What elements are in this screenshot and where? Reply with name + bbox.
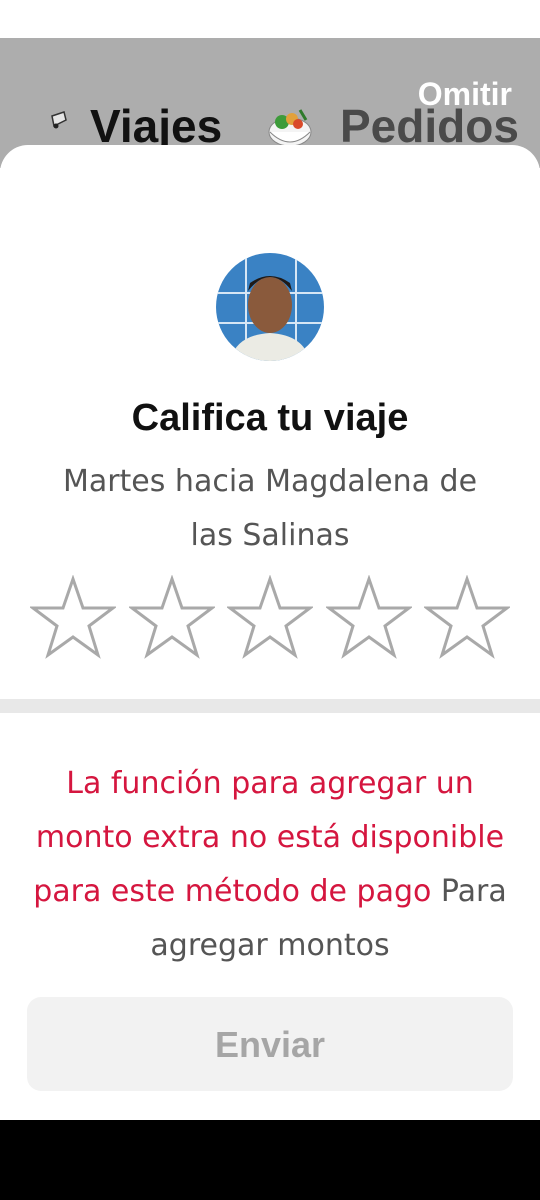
food-bowl-icon (268, 109, 312, 147)
section-divider (0, 699, 540, 713)
star-rating (30, 575, 510, 659)
star-1[interactable] (30, 575, 116, 659)
star-2[interactable] (128, 575, 215, 659)
system-nav-bar (0, 1120, 540, 1200)
star-5[interactable] (424, 575, 510, 659)
submit-button[interactable]: Enviar (27, 997, 513, 1091)
tip-unavailable-notice: La función para agregar un monto extra n… (28, 757, 512, 973)
status-bar (0, 0, 540, 38)
rating-sheet: Califica tu viaje Martes hacia Magdalena… (0, 145, 540, 1120)
trip-description: Martes hacia Magdalena de las Salinas (62, 464, 478, 553)
tip-error-text: La función para agregar un monto extra n… (33, 766, 505, 909)
driver-avatar (216, 253, 324, 361)
rating-title: Califica tu viaje (131, 397, 409, 439)
star-4[interactable] (325, 575, 412, 659)
star-3[interactable] (227, 575, 313, 659)
skip-button[interactable]: Omitir (418, 76, 512, 113)
